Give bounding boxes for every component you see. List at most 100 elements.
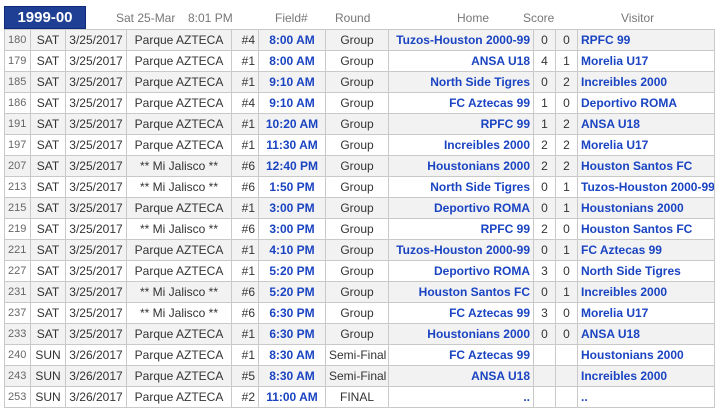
venue: Parque AZTECA <box>126 344 232 366</box>
home-team-link[interactable]: Tuzos-Houston 2000-99 <box>388 239 534 261</box>
round: Semi-Final <box>325 365 389 387</box>
home-team-link[interactable]: Deportivo ROMA <box>388 197 534 219</box>
time-link[interactable]: 8:30 AM <box>258 365 326 387</box>
time-link[interactable]: 3:00 PM <box>258 197 326 219</box>
game-id: 253 <box>4 386 31 408</box>
home-team-link[interactable]: Increibles 2000 <box>388 134 534 156</box>
home-score: 2 <box>533 155 556 177</box>
season-badge[interactable]: 1999-00 <box>4 6 86 29</box>
home-team-link[interactable]: FC Aztecas 99 <box>388 344 534 366</box>
home-team-link[interactable]: ANSA U18 <box>388 365 534 387</box>
field-number: #1 <box>231 323 259 345</box>
day: SAT <box>30 92 66 114</box>
column-header-visitor: Visitor <box>621 11 655 25</box>
home-score: 0 <box>533 323 556 345</box>
time-link[interactable]: 6:30 PM <box>258 323 326 345</box>
time-link[interactable]: 9:10 AM <box>258 92 326 114</box>
day: SAT <box>30 218 66 240</box>
date: 3/25/2017 <box>65 113 127 135</box>
home-team-link[interactable]: Houstonians 2000 <box>388 323 534 345</box>
venue: ** Mi Jalisco ** <box>126 302 232 324</box>
time-link[interactable]: 8:00 AM <box>258 29 326 51</box>
day: SAT <box>30 176 66 198</box>
visitor-team-link[interactable]: Deportivo ROMA <box>577 92 715 114</box>
time-link[interactable]: 11:30 AM <box>258 134 326 156</box>
table-row: 186 SAT 3/25/2017 Parque AZTECA #4 9:10 AM Gro… <box>4 92 715 114</box>
date: 3/25/2017 <box>65 176 127 198</box>
visitor-team-link[interactable]: RPFC 99 <box>577 29 715 51</box>
home-team-link[interactable]: North Side Tigres <box>388 176 534 198</box>
home-team-link[interactable]: FC Aztecas 99 <box>388 302 534 324</box>
venue: Parque AZTECA <box>126 50 232 72</box>
field-number: #6 <box>231 218 259 240</box>
visitor-score: 2 <box>555 113 578 135</box>
table-row: 233 SAT 3/25/2017 Parque AZTECA #1 6:30 PM Gro… <box>4 323 715 345</box>
venue: ** Mi Jalisco ** <box>126 281 232 303</box>
home-team-link[interactable]: RPFC 99 <box>388 113 534 135</box>
visitor-team-link[interactable]: North Side Tigres <box>577 260 715 282</box>
time-link[interactable]: 9:10 AM <box>258 71 326 93</box>
round: Group <box>325 71 389 93</box>
visitor-team-link[interactable]: Increibles 2000 <box>577 365 715 387</box>
visitor-score: 2 <box>555 71 578 93</box>
home-team-link[interactable]: RPFC 99 <box>388 218 534 240</box>
round: Group <box>325 92 389 114</box>
table-row: 215 SAT 3/25/2017 Parque AZTECA #1 3:00 PM Gro… <box>4 197 715 219</box>
time-link[interactable]: 5:20 PM <box>258 281 326 303</box>
visitor-team-link[interactable]: Increibles 2000 <box>577 71 715 93</box>
visitor-team-link[interactable]: FC Aztecas 99 <box>577 239 715 261</box>
home-score: 0 <box>533 176 556 198</box>
time-link[interactable]: 6:30 PM <box>258 302 326 324</box>
field-number: #1 <box>231 134 259 156</box>
visitor-score: 1 <box>555 197 578 219</box>
time-link[interactable]: 3:00 PM <box>258 218 326 240</box>
date: 3/25/2017 <box>65 71 127 93</box>
visitor-team-link[interactable]: ANSA U18 <box>577 113 715 135</box>
home-team-link[interactable]: .. <box>388 386 534 408</box>
visitor-team-link[interactable]: Houstonians 2000 <box>577 344 715 366</box>
field-number: #5 <box>231 365 259 387</box>
time-link[interactable]: 5:20 PM <box>258 260 326 282</box>
game-id: 197 <box>4 134 31 156</box>
field-number: #1 <box>231 344 259 366</box>
time-link[interactable]: 11:00 AM <box>258 386 326 408</box>
time-link[interactable]: 12:40 PM <box>258 155 326 177</box>
home-team-link[interactable]: Houston Santos FC <box>388 281 534 303</box>
time-link[interactable]: 8:30 AM <box>258 344 326 366</box>
time-link[interactable]: 8:00 AM <box>258 50 326 72</box>
visitor-team-link[interactable]: Tuzos-Houston 2000-99 <box>577 176 715 198</box>
home-team-link[interactable]: ANSA U18 <box>388 50 534 72</box>
table-row: 231 SAT 3/25/2017 ** Mi Jalisco ** #6 5:20 PM… <box>4 281 715 303</box>
home-team-link[interactable]: Deportivo ROMA <box>388 260 534 282</box>
round: Group <box>325 176 389 198</box>
visitor-team-link[interactable]: Morelia U17 <box>577 50 715 72</box>
visitor-team-link[interactable]: Morelia U17 <box>577 134 715 156</box>
day: SAT <box>30 29 66 51</box>
home-team-link[interactable]: Houstonians 2000 <box>388 155 534 177</box>
game-id: 221 <box>4 239 31 261</box>
visitor-team-link[interactable]: .. <box>577 386 715 408</box>
visitor-team-link[interactable]: Houston Santos FC <box>577 218 715 240</box>
round: Group <box>325 302 389 324</box>
column-header-home: Home <box>457 11 490 25</box>
home-score: 3 <box>533 302 556 324</box>
time-link[interactable]: 1:50 PM <box>258 176 326 198</box>
time-link[interactable]: 4:10 PM <box>258 239 326 261</box>
visitor-team-link[interactable]: Houston Santos FC <box>577 155 715 177</box>
field-number: #4 <box>231 29 259 51</box>
visitor-team-link[interactable]: Houstonians 2000 <box>577 197 715 219</box>
venue: ** Mi Jalisco ** <box>126 155 232 177</box>
visitor-team-link[interactable]: ANSA U18 <box>577 323 715 345</box>
home-team-link[interactable]: FC Aztecas 99 <box>388 92 534 114</box>
game-id: 180 <box>4 29 31 51</box>
game-id: 186 <box>4 92 31 114</box>
game-id: 243 <box>4 365 31 387</box>
visitor-team-link[interactable]: Morelia U17 <box>577 302 715 324</box>
home-team-link[interactable]: North Side Tigres <box>388 71 534 93</box>
venue: ** Mi Jalisco ** <box>126 176 232 198</box>
visitor-score: 0 <box>555 29 578 51</box>
visitor-team-link[interactable]: Increibles 2000 <box>577 281 715 303</box>
visitor-score: 2 <box>555 134 578 156</box>
home-team-link[interactable]: Tuzos-Houston 2000-99 <box>388 29 534 51</box>
time-link[interactable]: 10:20 AM <box>258 113 326 135</box>
